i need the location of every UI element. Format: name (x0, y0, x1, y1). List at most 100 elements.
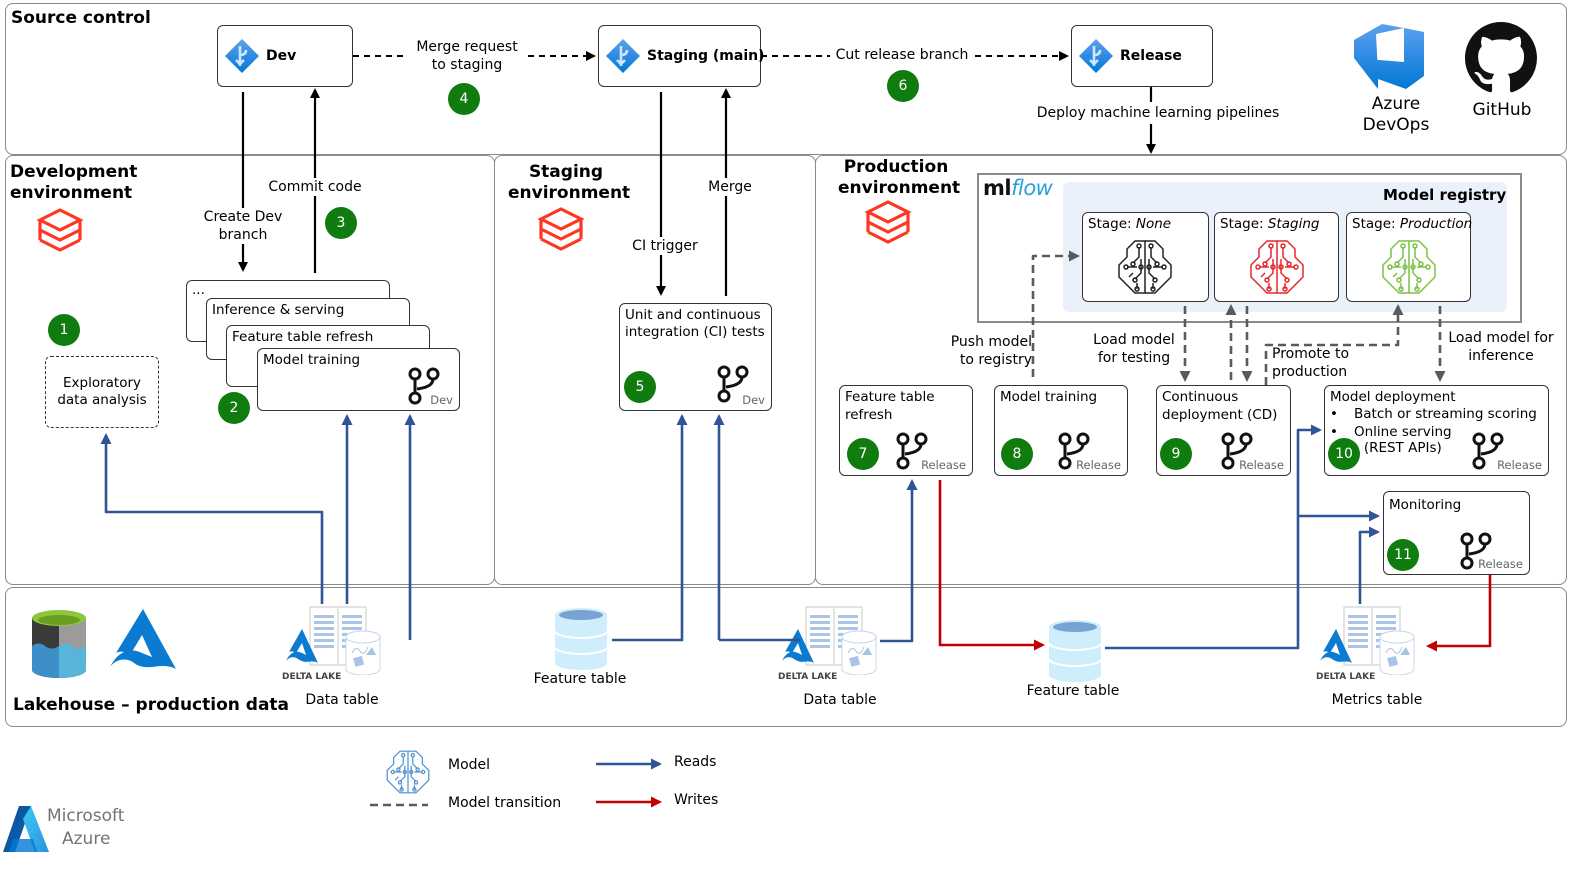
push-model-label: Push model to registry (950, 334, 1032, 368)
step-badge-11: 11 (1387, 539, 1419, 571)
step-badge-4: 4 (448, 83, 480, 115)
production-title: Production environment (838, 157, 961, 198)
azure-text: Azure (62, 829, 111, 849)
create-dev-branch-label: Create Dev branch (193, 208, 293, 244)
staging-branch-box[interactable]: Staging (main) (598, 25, 765, 87)
model-brain-icon (1115, 237, 1175, 297)
github-label: GitHub (1472, 100, 1532, 120)
delta-lake-text: DELTA LAKE (282, 672, 342, 682)
release-branch-box[interactable]: Release (1071, 25, 1213, 87)
load-model-inference-label: Load model for inference (1448, 330, 1554, 364)
deployment-bullet-text: Batch or streaming scoring (1354, 406, 1537, 422)
dev-branch-label: Dev (266, 48, 297, 64)
metrics-table-icon (1318, 605, 1422, 676)
step-badge-1: 1 (48, 314, 80, 346)
legend-writes-label: Writes (674, 792, 719, 808)
model-registry-title: Model registry (1383, 186, 1507, 204)
merge-request-label: Merge request to staging (416, 39, 518, 73)
merge-label: Merge (700, 178, 760, 196)
mlflow-flow-text: flow (1011, 176, 1053, 200)
microsoft-azure-logo-icon (3, 805, 49, 857)
card-label: Monitoring (1389, 497, 1462, 513)
stage-label: Stage: Staging (1220, 216, 1320, 232)
delta-lake-text: DELTA LAKE (1316, 672, 1376, 682)
cut-release-label: Cut release branch (835, 47, 969, 63)
step-badge-2: 2 (218, 392, 250, 424)
databricks-icon (36, 206, 84, 258)
store-label: Feature table (1026, 683, 1120, 699)
feature-table-icon (553, 607, 609, 671)
branch-tag: Release (921, 458, 966, 472)
lakehouse-title: Lakehouse – production data (13, 695, 290, 715)
stage-none-card[interactable]: Stage: None (1082, 212, 1209, 302)
deploy-pipelines-label: Deploy machine learning pipelines (1030, 104, 1286, 122)
step-badge-3: 3 (325, 207, 357, 239)
exploratory-data-analysis-box[interactable]: Exploratory data analysis (45, 356, 159, 428)
card-label: Continuous deployment (CD) (1162, 389, 1278, 423)
card-label: Model deployment (1330, 389, 1456, 405)
card-label: Model training (263, 352, 361, 368)
git-branch-icon (224, 38, 260, 74)
model-brain-icon (1247, 237, 1307, 297)
branch-tag: Release (1497, 458, 1542, 472)
legend-model-icon (384, 748, 432, 796)
step-badge-9: 9 (1160, 438, 1192, 470)
legend-model-label: Model (448, 757, 491, 773)
card-label: Feature table refresh (845, 389, 935, 423)
databricks-icon (864, 198, 912, 250)
branch-tag: Release (1239, 458, 1284, 472)
mlflow-ml-text: ml (983, 176, 1012, 200)
model-brain-icon (1379, 237, 1439, 297)
git-branch-icon (1078, 38, 1114, 74)
prod-model-deployment-card[interactable]: Model deployment • Batch or streaming sc… (1324, 385, 1549, 476)
stage-label: Stage: Production (1352, 216, 1473, 232)
data-table-icon (284, 605, 388, 676)
step-badge-7: 7 (847, 438, 879, 470)
store-label: Metrics table (1331, 692, 1423, 708)
release-branch-label: Release (1120, 48, 1182, 64)
azure-devops-label: Azure DevOps (1362, 94, 1430, 135)
deployment-bullet: • (1330, 406, 1338, 422)
card-label: Feature table refresh (232, 329, 374, 345)
source-control-title: Source control (11, 8, 151, 28)
data-table-icon (780, 605, 884, 676)
legend-reads-label: Reads (674, 754, 717, 770)
microsoft-text: Microsoft (47, 806, 125, 826)
branch-tag: Dev (742, 393, 765, 407)
stage-production-card[interactable]: Stage: Production (1346, 212, 1473, 302)
feature-table-icon (1047, 619, 1103, 683)
commit-code-label: Commit code (265, 178, 365, 196)
store-label: Data table (803, 692, 877, 708)
card-label: Model training (1000, 389, 1098, 405)
store-label: Feature table (533, 671, 627, 687)
card-label: ... (192, 282, 205, 298)
dev-card-model-training[interactable]: Model training Dev (257, 348, 460, 411)
staging-branch-label: Staging (main) (647, 48, 765, 64)
legend-model-transition-label: Model transition (448, 795, 562, 811)
branch-tag: Dev (430, 393, 453, 407)
azure-devops-icon (1352, 18, 1426, 94)
delta-lake-logo-icon (108, 607, 178, 677)
promote-label: Promote to production (1272, 346, 1350, 380)
git-branch-icon (605, 38, 641, 74)
eda-label: Exploratory data analysis (57, 375, 147, 408)
delta-lake-text: DELTA LAKE (778, 672, 838, 682)
staging-title: Staging environment (508, 162, 631, 203)
step-badge-8: 8 (1001, 438, 1033, 470)
stage-staging-card[interactable]: Stage: Staging (1214, 212, 1339, 302)
development-title: Development environment (10, 162, 138, 203)
ci-trigger-label: CI trigger (625, 237, 705, 255)
card-label: Inference & serving (212, 302, 345, 318)
databricks-icon (537, 205, 585, 257)
step-badge-10: 10 (1328, 438, 1360, 470)
stage-label: Stage: None (1088, 216, 1172, 232)
github-icon (1465, 22, 1537, 98)
branch-tag: Release (1076, 458, 1121, 472)
store-label: Data table (305, 692, 379, 708)
step-badge-5: 5 (624, 371, 656, 403)
data-lake-storage-icon (30, 608, 88, 684)
dev-branch-box[interactable]: Dev (217, 25, 353, 87)
step-badge-6: 6 (887, 70, 919, 102)
branch-tag: Release (1478, 557, 1523, 571)
load-model-testing-label: Load model for testing (1093, 332, 1175, 366)
